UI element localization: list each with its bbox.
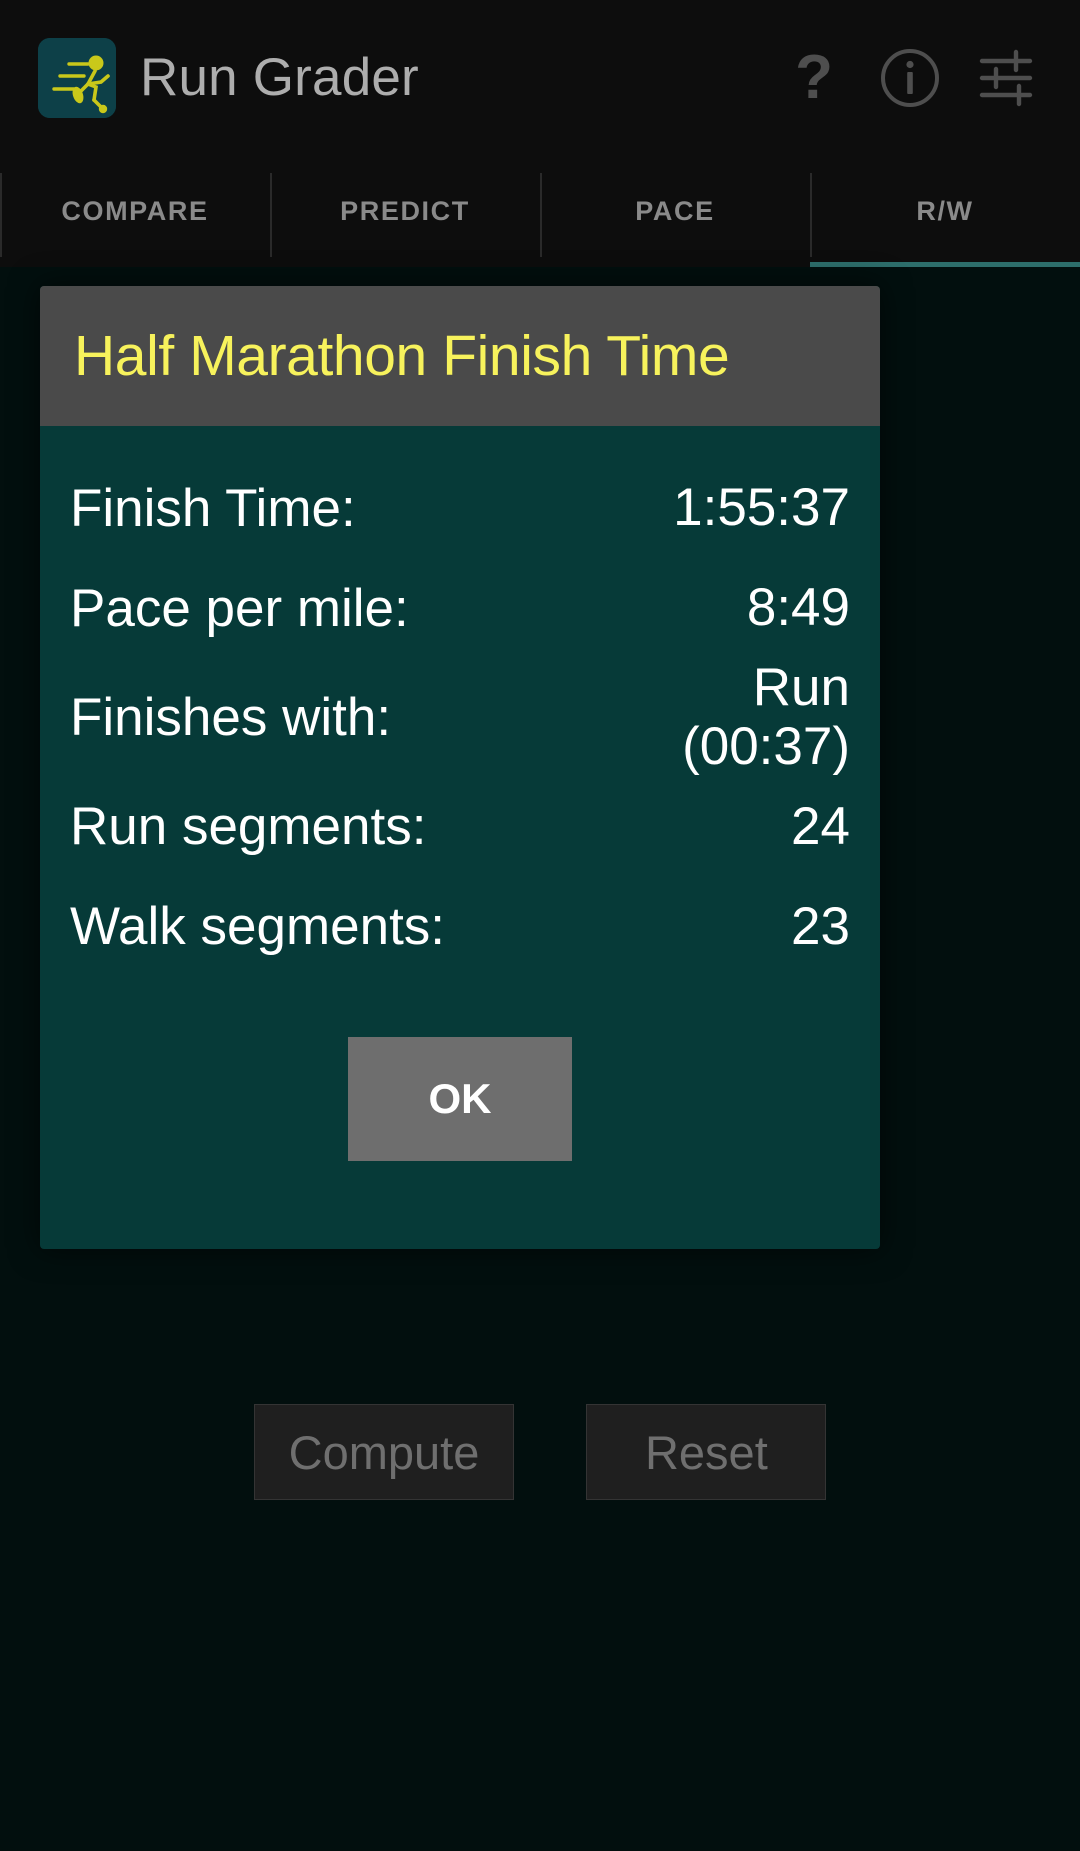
tab-compare[interactable]: COMPARE: [0, 155, 270, 267]
row-value: 8:49: [746, 578, 850, 638]
row-label: Finishes with:: [70, 687, 392, 747]
ok-button[interactable]: OK: [348, 1036, 572, 1161]
tab-bar: COMPARE PREDICT PACE R/W: [0, 155, 1080, 267]
action-bar: Run Grader ?: [0, 0, 1080, 155]
tab-pace[interactable]: PACE: [540, 155, 810, 267]
bottom-button-bar: Compute Reset: [0, 1404, 1080, 1534]
dialog-body: Finish Time: 1:55:37 Pace per mile: 8:49…: [40, 426, 880, 1249]
row-label: Walk segments:: [70, 897, 446, 957]
row-value: Run (00:37): [682, 658, 850, 777]
dialog-actions: OK: [70, 977, 850, 1249]
tab-separator: [0, 173, 2, 257]
row-label: Finish Time:: [70, 478, 356, 538]
reset-button[interactable]: Reset: [586, 1404, 827, 1500]
table-row: Finish Time: 1:55:37: [70, 458, 850, 558]
tab-label: PACE: [635, 195, 715, 226]
row-value: 1:55:37: [673, 478, 850, 538]
tab-label: PREDICT: [340, 195, 470, 226]
app-title: Run Grader: [140, 48, 419, 107]
row-value: 23: [791, 897, 850, 957]
info-icon[interactable]: [862, 30, 958, 126]
finish-time-dialog: Half Marathon Finish Time Finish Time: 1…: [40, 286, 880, 1249]
settings-sliders-icon[interactable]: [958, 30, 1054, 126]
tab-label: R/W: [916, 195, 974, 226]
tab-separator: [270, 173, 272, 257]
table-row: Pace per mile: 8:49: [70, 558, 850, 658]
tab-separator: [810, 173, 812, 257]
dialog-title: Half Marathon Finish Time: [74, 324, 730, 388]
row-label: Run segments:: [70, 797, 427, 857]
tab-separator: [540, 173, 542, 257]
running-man-icon: [38, 37, 116, 118]
compute-button[interactable]: Compute: [253, 1404, 515, 1500]
tab-rw[interactable]: R/W: [810, 155, 1080, 267]
row-label: Pace per mile:: [70, 578, 409, 638]
table-row: Run segments: 24: [70, 777, 850, 877]
tab-label: COMPARE: [61, 195, 209, 226]
dialog-title-bar: Half Marathon Finish Time: [40, 286, 880, 426]
tab-predict[interactable]: PREDICT: [270, 155, 540, 267]
row-value: 24: [791, 797, 850, 857]
table-row: Finishes with: Run (00:37): [70, 658, 850, 777]
table-row: Walk segments: 23: [70, 877, 850, 977]
help-icon[interactable]: ?: [766, 30, 862, 126]
